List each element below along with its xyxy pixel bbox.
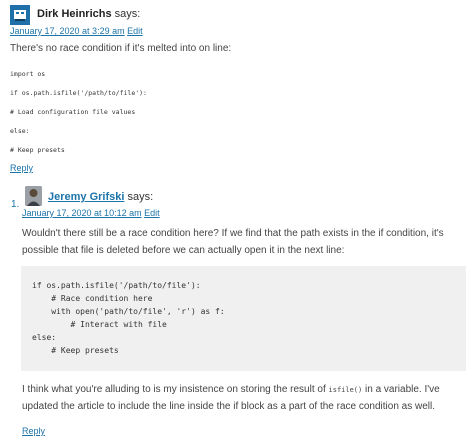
- says-label: says:: [127, 191, 154, 203]
- code-line: with open('path/to/file', 'r') as f:: [32, 307, 225, 316]
- code-line: # Race condition here: [32, 294, 153, 303]
- comment-author[interactable]: Jeremy Grifski: [48, 191, 124, 203]
- comment-date-link[interactable]: January 17, 2020 at 3:29 am: [10, 26, 125, 36]
- avatar-icon: [25, 186, 42, 206]
- says-label: says:: [114, 8, 141, 20]
- avatar: [25, 186, 42, 206]
- comment-text-line: possible that file is deleted before we …: [22, 245, 345, 256]
- comment-author-line: Dirk Heinrichs says:: [37, 8, 140, 20]
- comment-meta: January 17, 2020 at 3:29 am Edit: [10, 26, 143, 36]
- comment-text-line: Wouldn't there still be a race condition…: [22, 228, 444, 239]
- comment-meta: January 17, 2020 at 10:12 am Edit: [22, 208, 160, 218]
- code-line: # Interact with file: [32, 320, 167, 329]
- reply-link[interactable]: Reply: [22, 426, 45, 436]
- inline-code: isfile(): [328, 386, 363, 394]
- comment-text-line: updated the article to include the line …: [22, 401, 436, 412]
- edit-link[interactable]: Edit: [127, 26, 143, 36]
- code-line: # Keep presets: [10, 146, 65, 154]
- code-line: # Load configuration file values: [10, 108, 136, 116]
- comment-date-link[interactable]: January 17, 2020 at 10:12 am: [22, 208, 142, 218]
- text-segment: in a variable. I've: [362, 384, 440, 395]
- code-line: import os: [10, 70, 46, 78]
- text-segment: I think what you're alluding to is my in…: [22, 384, 329, 395]
- reply-link[interactable]: Reply: [10, 163, 33, 173]
- comment-author-line: Jeremy Grifski says:: [48, 191, 153, 203]
- avatar: [10, 5, 30, 25]
- comment-number: 1.: [11, 199, 20, 210]
- avatar-icon: [14, 10, 26, 21]
- code-line: if os.path.isfile('/path/to/file'):: [32, 281, 201, 290]
- comment-author: Dirk Heinrichs: [37, 8, 112, 20]
- code-block: if os.path.isfile('/path/to/file'): # Ra…: [21, 266, 466, 371]
- comment-text-line: I think what you're alluding to is my in…: [22, 381, 440, 399]
- comment-text: There's no race condition if it's melted…: [10, 43, 232, 54]
- code-line: else:: [10, 127, 30, 135]
- code-line: if os.path.isfile('/path/to/file'):: [10, 89, 147, 97]
- edit-link[interactable]: Edit: [144, 208, 160, 218]
- code-line: else:: [32, 333, 57, 342]
- code-line: # Keep presets: [32, 346, 119, 355]
